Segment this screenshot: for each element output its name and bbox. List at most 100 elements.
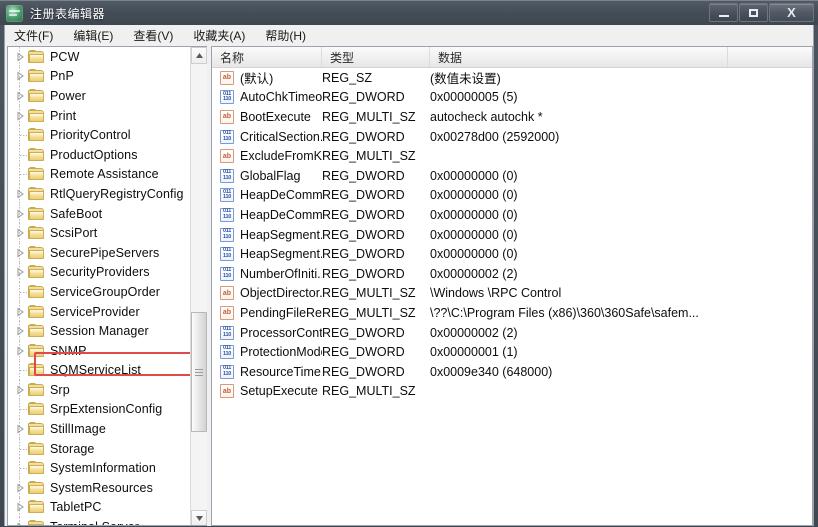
value-row[interactable]: 011 110 NumberOfIniti... REG_DWORD 0x0000000… — [212, 264, 812, 284]
tree-item-pcw[interactable]: PCW — [8, 47, 191, 67]
tree-item-systeminformation[interactable]: SystemInformation — [8, 458, 191, 479]
menu-help[interactable]: 帮助(H) — [263, 25, 315, 46]
value-row[interactable]: ab PendingFileRe...REG_MULTI_SZ \??\C:\Pro… — [212, 303, 812, 323]
expand-triangle-icon[interactable] — [16, 209, 25, 219]
value-row[interactable]: ab ObjectDirector... REG_MULTI_SZ \Windows … — [212, 284, 812, 304]
expand-triangle-icon[interactable] — [16, 91, 25, 101]
folder-icon — [28, 382, 45, 397]
expand-triangle-icon[interactable] — [16, 52, 25, 62]
value-name-cell: 011 110 HeapSegment... — [212, 247, 322, 262]
tree-item-rtlqueryregistryconfig[interactable]: RtlQueryRegistryConfig — [8, 184, 191, 204]
menu-view[interactable]: 查看(V) — [131, 25, 182, 46]
tree-item-session-manager[interactable]: Session Manager — [8, 321, 191, 341]
value-data-cell: autocheck autochk * — [430, 109, 543, 124]
value-row[interactable]: 011110 HeapDeComm...REG_DWORD 0x00000000 (… — [212, 205, 812, 225]
tree-vertical-scrollbar[interactable] — [190, 47, 207, 525]
expand-triangle-icon[interactable] — [16, 502, 25, 512]
tree-item-securepipeservers[interactable]: SecurePipeServers — [8, 242, 191, 263]
tree-item-srp[interactable]: Srp — [8, 380, 191, 400]
value-row[interactable]: 011 110 HeapSegment... REG_DWORD 0x00000000 … — [212, 225, 812, 245]
value-row[interactable]: ab BootExecute REG_MULTI_SZ autocheck autoc… — [212, 107, 812, 127]
tree-item-productoptions[interactable]: ProductOptions — [8, 144, 191, 165]
tree-item-securityproviders[interactable]: SecurityProviders — [8, 262, 191, 283]
value-row[interactable]: 011110 HeapDeComm...REG_DWORD 0x00000000 (… — [212, 186, 812, 206]
column-header-name[interactable]: 名称 — [212, 47, 322, 67]
tree-item-label: Session Manager — [50, 324, 149, 339]
tree-item-remote-assistance[interactable]: Remote Assistance — [8, 164, 191, 185]
value-row[interactable]: ab SetupExecute REG_MULTI_SZ — [212, 382, 812, 402]
tree-leaf-stub — [20, 468, 27, 470]
value-data-cell: 0x00000001 (1) — [430, 345, 518, 360]
registry-value-list[interactable]: 名称 类型 数据 ab (默认) REG_SZ (数值未设置) 011 110 AutoChkT… — [211, 46, 813, 526]
expand-triangle-icon[interactable] — [16, 228, 25, 238]
value-row[interactable]: 011110 ResourceTime...REG_DWORD 0x0009e340… — [212, 362, 812, 382]
tree-item-power[interactable]: Power — [8, 86, 191, 106]
tree-item-print[interactable]: Print — [8, 105, 191, 126]
tree-item-label: ServiceGroupOrder — [50, 284, 161, 299]
value-type-cell: REG_DWORD — [322, 364, 405, 379]
value-row[interactable]: 011110 AutoChkTimeoutREG_DWORD 0x00000005 … — [212, 88, 812, 108]
tree-item-serviceprovider[interactable]: ServiceProvider — [8, 301, 191, 322]
registry-key-tree[interactable]: PCW PnP Power Print PriorityControl ProductOp… — [7, 46, 207, 526]
value-row[interactable]: 011 110 HeapSegment... REG_DWORD 0x00000000 … — [212, 244, 812, 264]
menu-edit[interactable]: 编辑(E) — [71, 25, 122, 46]
tree-item-scsiport[interactable]: ScsiPort — [8, 223, 191, 243]
value-row[interactable]: 011 110 GlobalFlag REG_DWORD 0x00000000 (0) — [212, 166, 812, 186]
tree-item-servicegrouporder[interactable]: ServiceGroupOrder — [8, 282, 191, 302]
expand-triangle-icon[interactable] — [16, 111, 25, 121]
expand-triangle-icon[interactable] — [16, 267, 25, 277]
menu-favorites[interactable]: 收藏夹(A) — [191, 25, 254, 46]
expand-triangle-icon[interactable] — [16, 326, 25, 336]
value-type-cell: REG_DWORD — [322, 90, 405, 105]
value-row[interactable]: 011110 ProcessorCont...REG_DWORD 0x0000000… — [212, 323, 812, 343]
folder-icon — [28, 441, 45, 456]
column-header-type[interactable]: 类型 — [322, 47, 430, 67]
value-data-cell: 0x00000000 (0) — [430, 207, 518, 222]
expand-triangle-icon[interactable] — [16, 483, 25, 493]
tree-item-prioritycontrol[interactable]: PriorityControl — [8, 125, 191, 145]
tree-item-safeboot[interactable]: SafeBoot — [8, 203, 191, 224]
expand-triangle-icon[interactable] — [16, 248, 25, 258]
maximize-button[interactable] — [739, 3, 768, 22]
value-row[interactable]: ab ExcludeFromK...REG_MULTI_SZ — [212, 146, 812, 166]
value-type-cell: REG_MULTI_SZ — [322, 149, 416, 164]
scroll-down-arrow-icon[interactable] — [191, 510, 207, 525]
scroll-up-arrow-icon[interactable] — [191, 47, 207, 64]
value-row[interactable]: ab (默认) REG_SZ (数值未设置) — [212, 68, 812, 88]
scrollbar-thumb[interactable] — [191, 312, 207, 432]
tree-item-terminal-server[interactable]: Terminal Server — [8, 517, 191, 525]
value-row[interactable]: 011 110 CriticalSection... REG_DWORD 0x00278… — [212, 127, 812, 147]
tree-item-stillimage[interactable]: StillImage — [8, 419, 191, 439]
expand-triangle-icon[interactable] — [16, 346, 25, 356]
close-button[interactable]: X — [769, 3, 814, 22]
minimize-button[interactable] — [709, 3, 738, 22]
expand-triangle-icon[interactable] — [16, 522, 25, 525]
tree-item-label: SrpExtensionConfig — [50, 402, 163, 417]
column-header-filler[interactable] — [728, 47, 812, 67]
value-row[interactable]: 011 110 ProtectionMode REG_DWORD 0x00000001 … — [212, 342, 812, 362]
expand-triangle-icon[interactable] — [16, 189, 25, 199]
expand-triangle-icon[interactable] — [16, 71, 25, 81]
expand-triangle-icon[interactable] — [16, 424, 25, 434]
tree-item-srpextensionconfig[interactable]: SrpExtensionConfig — [8, 399, 191, 420]
menu-file[interactable]: 文件(F) — [12, 25, 62, 46]
folder-icon — [28, 128, 45, 142]
tree-item-pnp[interactable]: PnP — [8, 66, 191, 87]
tree-item-label: SQMServiceList — [50, 363, 142, 378]
dword-value-icon: 011 110 — [220, 364, 234, 379]
value-data-cell: \Windows \RPC Control — [430, 286, 562, 301]
tree-item-tabletpc[interactable]: TabletPC — [8, 497, 191, 518]
tree-item-storage[interactable]: Storage — [8, 438, 191, 459]
column-header-data[interactable]: 数据 — [430, 47, 728, 67]
expand-triangle-icon[interactable] — [16, 307, 25, 316]
value-type-cell: REG_DWORD — [322, 188, 405, 203]
value-data-cell: 0x00000000 (0) — [430, 227, 518, 242]
value-type-cell: REG_DWORD — [322, 129, 405, 144]
tree-item-sqmservicelist[interactable]: SQMServiceList — [8, 360, 191, 381]
list-column-headers: 名称 类型 数据 — [212, 47, 812, 68]
tree-item-label: StillImage — [50, 422, 106, 437]
tree-item-systemresources[interactable]: SystemResources — [8, 478, 191, 498]
value-name-label: ProtectionMode — [240, 345, 322, 360]
expand-triangle-icon[interactable] — [16, 385, 25, 395]
tree-item-snmp[interactable]: SNMP — [8, 340, 191, 361]
